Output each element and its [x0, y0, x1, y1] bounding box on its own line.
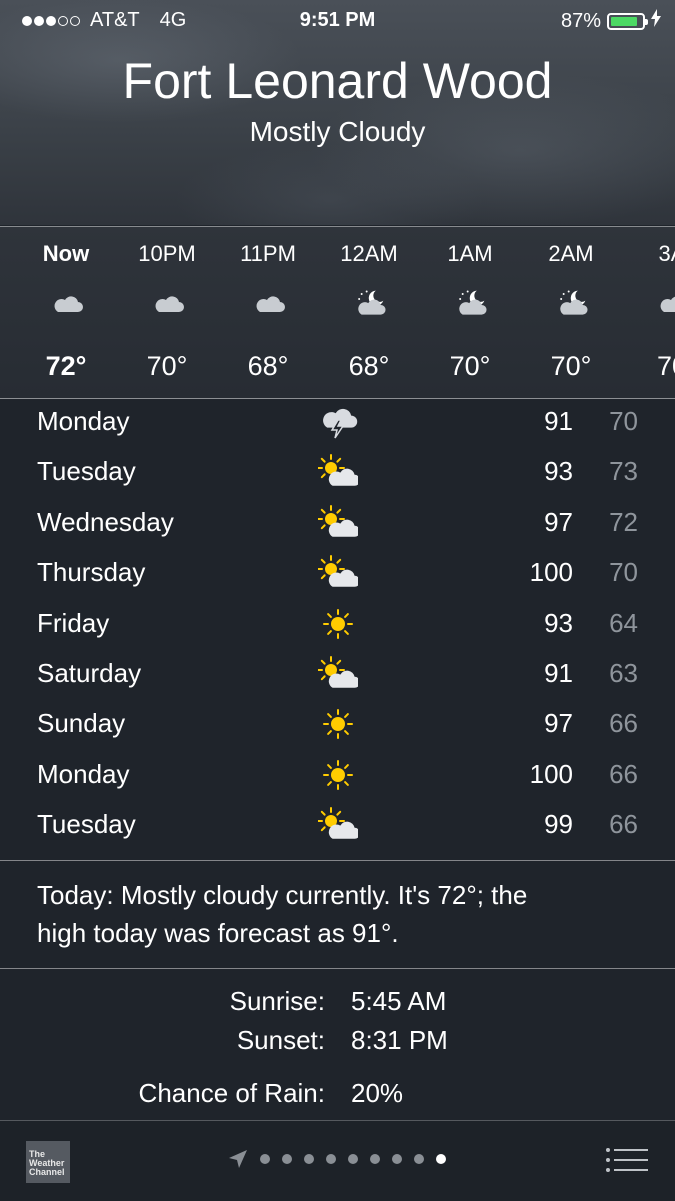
- city-list-icon[interactable]: [606, 1147, 648, 1173]
- daily-row: Monday 91 70: [0, 398, 675, 448]
- cloud-icon: [656, 289, 675, 317]
- partly-sunny-icon: [317, 656, 361, 692]
- low-temperature: 66: [609, 758, 638, 789]
- low-temperature: 73: [609, 456, 638, 487]
- partly-sunny-icon: [317, 555, 361, 591]
- partly-sunny-icon: [317, 504, 361, 541]
- thunderstorm-icon: [318, 404, 358, 440]
- day-name: Monday: [37, 406, 130, 436]
- high-temperature: 97: [544, 708, 573, 739]
- hour-temperature: 68°: [348, 351, 390, 381]
- hour-label: 11PM: [240, 241, 296, 266]
- hour-temperature: 68°: [247, 351, 289, 381]
- day-name: Thursday: [37, 557, 146, 588]
- location-arrow-icon: [229, 1150, 247, 1168]
- partly-sunny-icon: [317, 454, 361, 490]
- bottom-toolbar: The Weather Channel: [0, 1120, 675, 1201]
- divider: [0, 968, 675, 969]
- day-name: Wednesday: [37, 506, 174, 537]
- sun-icon: [318, 757, 358, 793]
- hour-label: Now: [42, 241, 90, 266]
- hour-label: 10PM: [138, 241, 196, 266]
- cloud-icon: [50, 289, 84, 317]
- daily-row: Tuesday 93 73: [0, 448, 675, 498]
- high-temperature: 100: [529, 758, 573, 789]
- charging-icon: [651, 9, 661, 33]
- moon-cloud-icon: [555, 289, 589, 317]
- hour-label: 3A: [658, 241, 675, 266]
- daily-row: Sunday 97 66: [0, 700, 675, 750]
- day-name: Tuesday: [37, 809, 136, 840]
- page-dot[interactable]: [414, 1154, 424, 1164]
- battery-percent: 87%: [560, 9, 601, 32]
- city-name: Fort Leonard Wood: [122, 53, 553, 109]
- high-temperature: 100: [529, 557, 573, 588]
- divider: [0, 860, 675, 861]
- current-condition: Mostly Cloudy: [249, 116, 426, 147]
- high-temperature: 93: [544, 607, 573, 638]
- daily-row: Saturday 91 63: [0, 650, 675, 700]
- daily-row: Tuesday 99 66: [0, 801, 675, 851]
- low-temperature: 66: [609, 708, 638, 739]
- moon-cloud-icon: [454, 289, 488, 317]
- day-name: Monday: [37, 758, 130, 789]
- low-temperature: 63: [609, 658, 638, 688]
- low-temperature: 70: [609, 406, 638, 436]
- page-dot[interactable]: [304, 1154, 314, 1164]
- hour-temperature: 70°: [550, 351, 592, 381]
- header-background: AT&T 4G 9:51 PM 87% Fort Leonard Wood Mo…: [0, 0, 675, 225]
- page-indicator[interactable]: [228, 1149, 446, 1169]
- low-temperature: 66: [609, 809, 638, 840]
- page-dot[interactable]: [282, 1154, 292, 1164]
- battery-icon: [607, 12, 648, 30]
- hour-temperature: 72°: [45, 351, 87, 381]
- page-dot[interactable]: [436, 1154, 446, 1164]
- day-name: Friday: [37, 607, 110, 638]
- high-temperature: 93: [544, 456, 573, 487]
- sun-icon: [318, 606, 358, 642]
- day-name: Tuesday: [37, 456, 136, 487]
- hour-temperature: 70°: [146, 351, 188, 381]
- hour-label: 2AM: [548, 241, 594, 266]
- low-temperature: 70: [609, 557, 638, 588]
- high-temperature: 91: [544, 406, 573, 436]
- daily-row: Wednesday 97 72: [0, 499, 675, 549]
- high-temperature: 99: [544, 809, 573, 840]
- day-name: Sunday: [37, 708, 126, 739]
- page-dot[interactable]: [260, 1154, 270, 1164]
- daily-row: Thursday 100 70: [0, 549, 675, 599]
- page-dot[interactable]: [348, 1154, 358, 1164]
- page-dot[interactable]: [326, 1154, 336, 1164]
- low-temperature: 72: [609, 506, 638, 537]
- high-temperature: 91: [544, 658, 573, 688]
- weather-channel-logo[interactable]: The Weather Channel: [26, 1141, 70, 1183]
- status-bar: AT&T 4G 9:51 PM 87%: [0, 0, 675, 40]
- page-dot[interactable]: [392, 1154, 402, 1164]
- page-dot[interactable]: [370, 1154, 380, 1164]
- hour-temperature: 70°: [449, 351, 491, 381]
- day-name: Saturday: [37, 658, 142, 688]
- hour-label: 1AM: [447, 241, 493, 266]
- high-temperature: 97: [544, 506, 573, 537]
- cloud-icon: [151, 289, 185, 317]
- moon-cloud-icon: [353, 289, 387, 317]
- sun-icon: [318, 706, 358, 742]
- daily-row: Monday 100 66: [0, 751, 675, 801]
- hourly-forecast[interactable]: Now 72° 10PM 70° 11PM 68° 12AM 68° 1AM 70° 2AM 70° 3…: [0, 226, 675, 399]
- daily-row: Friday 93 64: [0, 600, 675, 650]
- hour-temperature: 70: [656, 351, 675, 381]
- today-summary: Today: Mostly cloudy currently. It's 72°…: [37, 880, 528, 948]
- partly-sunny-icon: [317, 807, 361, 843]
- low-temperature: 64: [609, 607, 638, 638]
- hour-label: 12AM: [340, 241, 398, 266]
- cloud-icon: [252, 289, 286, 317]
